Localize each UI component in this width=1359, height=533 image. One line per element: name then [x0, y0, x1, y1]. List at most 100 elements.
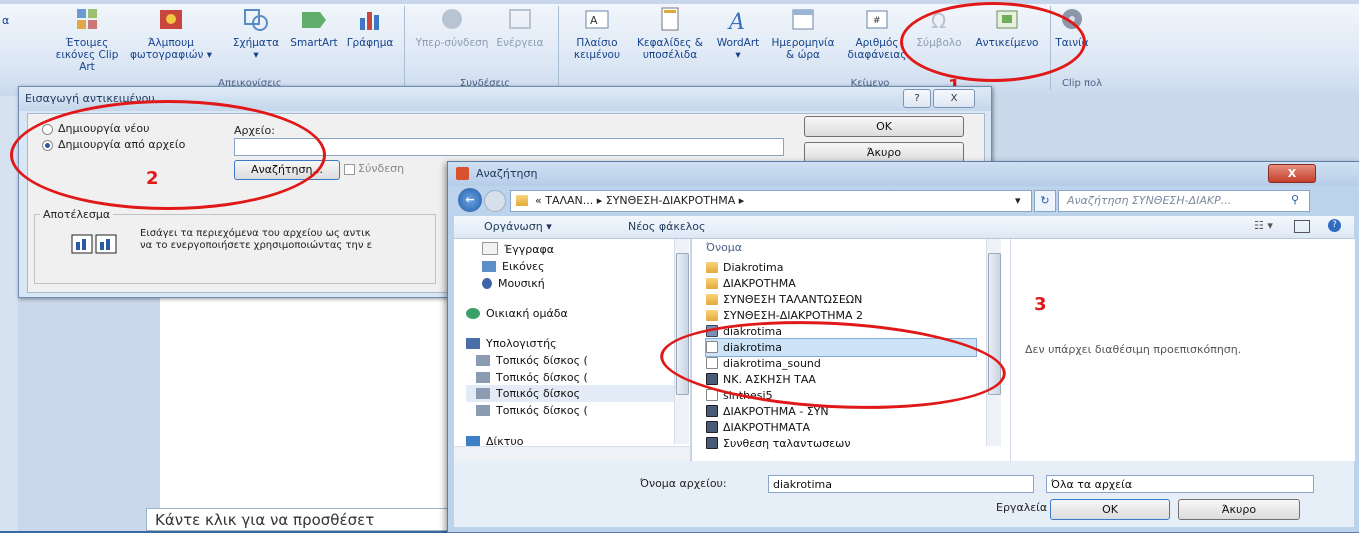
- powerpoint-icon: [456, 167, 469, 180]
- group-label-media: Clip πολ: [1061, 78, 1103, 89]
- file-row[interactable]: Diakrotima: [706, 259, 976, 276]
- chart-icon: [356, 6, 384, 34]
- browse-footer: Όνομα αρχείου: diakrotima Όλα τα αρχεία …: [454, 461, 1354, 527]
- folder-icon: [706, 310, 718, 321]
- calendar-icon: [789, 6, 817, 34]
- search-icon: ⚲: [1291, 193, 1300, 206]
- annotation-circle-2: [10, 100, 326, 210]
- slide-placeholder[interactable]: Κάντε κλικ για να προσθέσετ: [146, 508, 476, 531]
- result-text-line2: να το ενεργοποιήσετε χρησιμοποιώντας την…: [140, 240, 372, 251]
- organize-button[interactable]: Οργάνωση ▾: [484, 220, 552, 233]
- ribbon-cut-label: α: [2, 14, 10, 27]
- close-button[interactable]: X: [933, 89, 975, 108]
- shapes-icon: [242, 6, 270, 34]
- text-box-icon: A: [583, 6, 611, 34]
- group-separator: [404, 6, 405, 90]
- nav-item[interactable]: Εικόνες: [482, 258, 544, 275]
- header-footer-button[interactable]: Κεφαλίδες & υποσέλιδα: [632, 6, 708, 61]
- view-icon[interactable]: ☷ ▾: [1254, 219, 1273, 232]
- chevron-down-icon[interactable]: ▾: [1015, 194, 1021, 207]
- browse-ok-button[interactable]: OK: [1050, 499, 1170, 520]
- slide-number-icon: #: [863, 6, 891, 34]
- annotation-number-2: 2: [146, 168, 159, 189]
- browse-titlebar: Αναζήτηση X: [448, 162, 1359, 186]
- music-icon: [482, 278, 492, 289]
- nav-item[interactable]: Μουσική: [482, 275, 545, 292]
- chart-button[interactable]: Γράφημα: [342, 6, 398, 49]
- annotation-circle-1: [900, 2, 1086, 82]
- homegroup-icon: [466, 308, 480, 319]
- drive-icon: [476, 355, 490, 366]
- file-name: ΣΥΝΘΕΣΗ-ΔΙΑΚΡΟΤΗΜΑ 2: [723, 309, 863, 322]
- ribbon: α Έτοιμες εικόνες Clip Art Άλμπουμ φωτογρα…: [0, 0, 1359, 97]
- file-name: ΔΙΑΚΡΟΤΗΜΑ - ΣΥΝ: [723, 405, 829, 418]
- file-name: ΔΙΑΚΡΟΤΗΜΑ: [723, 277, 796, 290]
- cancel-button[interactable]: Άκυρο: [804, 142, 964, 163]
- ok-button[interactable]: OK: [804, 116, 964, 137]
- action-icon: [506, 6, 534, 34]
- browse-cancel-button[interactable]: Άκυρο: [1178, 499, 1300, 520]
- nav-item[interactable]: Τοπικός δίσκος (: [476, 352, 588, 369]
- search-input[interactable]: Αναζήτηση ΣΥΝΘΕΣΗ-ΔΙΑΚΡ... ⚲: [1058, 190, 1310, 212]
- date-time-button[interactable]: Ημερομηνία & ώρα: [768, 6, 838, 61]
- photo-album-icon: [157, 6, 185, 34]
- file-scrollbar[interactable]: [986, 239, 1001, 446]
- ribbon-top-strip: [0, 0, 1359, 4]
- wordart-icon: A: [724, 6, 752, 35]
- file-row[interactable]: ΔΙΑΚΡΟΤΗΜΑ: [706, 275, 976, 292]
- svg-text:#: #: [873, 16, 881, 26]
- clip-art-button[interactable]: Έτοιμες εικόνες Clip Art: [52, 6, 122, 73]
- shapes-button[interactable]: Σχήματα ▾: [228, 6, 284, 61]
- new-folder-button[interactable]: Νέος φάκελος: [628, 220, 706, 233]
- nav-item[interactable]: Τοπικός δίσκος (: [476, 402, 588, 419]
- smartart-button[interactable]: SmartArt: [286, 6, 342, 49]
- browse-toolbar: Οργάνωση ▾ Νέος φάκελος ☷ ▾ ?: [454, 216, 1354, 239]
- drive-icon: [476, 388, 490, 399]
- nav-item[interactable]: Τοπικός δίσκος (: [476, 369, 588, 386]
- wordart-button[interactable]: A WordArt ▾: [710, 6, 766, 61]
- file-row[interactable]: ΔΙΑΚΡΟΤΗΜΑΤΑ: [706, 419, 976, 436]
- file-name: Συνθεση ταλαντωσεων: [723, 437, 851, 450]
- tools-button[interactable]: Εργαλεία: [996, 501, 1047, 514]
- photo-album-button[interactable]: Άλμπουμ φωτογραφιών ▾: [130, 6, 212, 61]
- file-name: Diakrotima: [723, 261, 784, 274]
- media-file-icon: [706, 421, 718, 433]
- column-header-name[interactable]: Όνομα: [706, 241, 742, 254]
- slide-number-button[interactable]: # Αριθμός διαφάνειας: [844, 6, 910, 61]
- file-row[interactable]: Συνθεση ταλαντωσεων: [706, 435, 976, 452]
- file-row[interactable]: ΣΥΝΘΕΣΗ ΤΑΛΑΝΤΩΣΕΩΝ: [706, 291, 976, 308]
- file-name: ΣΥΝΘΕΣΗ ΤΑΛΑΝΤΩΣΕΩΝ: [723, 293, 863, 306]
- drive-icon: [476, 372, 490, 383]
- nav-item[interactable]: Έγγραφα: [482, 241, 554, 258]
- hyperlink-button[interactable]: Υπερ-σύνδεση: [414, 6, 490, 49]
- browse-close-button[interactable]: X: [1268, 164, 1316, 183]
- nav-item-selected[interactable]: Τοπικός δίσκος: [466, 385, 684, 402]
- pictures-icon: [482, 261, 496, 272]
- folder-icon: [516, 195, 528, 206]
- preview-pane-icon[interactable]: [1294, 220, 1310, 233]
- text-box-button[interactable]: A Πλαίσιο κειμένου: [562, 6, 632, 61]
- svg-text:A: A: [590, 14, 598, 27]
- svg-text:A: A: [727, 10, 745, 34]
- result-text-line1: Εισάγει τα περιεχόμενα του αρχείου ως αν…: [140, 228, 371, 239]
- media-file-icon: [706, 405, 718, 417]
- clip-art-icon: [73, 6, 101, 34]
- action-button[interactable]: Ενέργεια: [490, 6, 550, 49]
- refresh-icon[interactable]: ↻: [1034, 190, 1056, 212]
- folder-icon: [706, 262, 718, 273]
- folder-icon: [706, 278, 718, 289]
- documents-icon: [482, 242, 498, 255]
- file-name: ΔΙΑΚΡΟΤΗΜΑΤΑ: [723, 421, 811, 434]
- link-checkbox[interactable]: [344, 164, 355, 175]
- nav-item[interactable]: Οικιακή ομάδα: [466, 305, 568, 322]
- nav-hscrollbar[interactable]: [454, 446, 690, 461]
- computer-icon: [466, 338, 480, 349]
- address-bar[interactable]: « ΤΑΛΑΝ... ▸ ΣΥΝΘΕΣΗ-ΔΙΑΚΡΟΤΗΜΑ ▸ ▾: [510, 190, 1032, 212]
- nav-item[interactable]: Υπολογιστής: [466, 335, 557, 352]
- help-button[interactable]: ?: [903, 89, 931, 108]
- file-type-select[interactable]: Όλα τα αρχεία: [1046, 475, 1314, 493]
- help-icon[interactable]: ?: [1328, 219, 1341, 232]
- back-arrow-icon[interactable]: ←: [458, 188, 482, 212]
- filename-input[interactable]: diakrotima: [768, 475, 1034, 493]
- forward-arrow-icon[interactable]: [484, 190, 506, 212]
